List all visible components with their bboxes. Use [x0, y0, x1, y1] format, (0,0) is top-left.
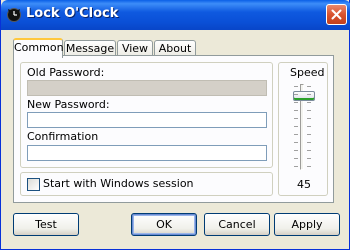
speed-slider-thumb[interactable] [293, 91, 315, 101]
app-window: Lock O'Clock Common Message View About O… [0, 0, 350, 250]
slider-tick [294, 102, 298, 103]
slider-tick [307, 94, 311, 95]
slider-tick [294, 158, 298, 159]
close-button[interactable] [326, 4, 347, 25]
slider-tick [307, 86, 311, 87]
slider-tick [307, 150, 311, 151]
slider-tick [294, 94, 298, 95]
slider-tick [307, 126, 311, 127]
old-password-label: Old Password: [27, 66, 105, 79]
speed-value: 45 [297, 178, 311, 191]
window-title: Lock O'Clock [26, 6, 119, 21]
slider-tick [294, 150, 298, 151]
slider-tick [307, 118, 311, 119]
tab-about[interactable]: About [154, 40, 196, 56]
slider-tick [307, 166, 311, 167]
title-bar[interactable]: Lock O'Clock [1, 0, 350, 30]
slider-tick [307, 158, 311, 159]
close-icon [331, 9, 342, 20]
tab-common[interactable]: Common [13, 38, 64, 58]
slider-tick [294, 126, 298, 127]
apply-button[interactable]: Apply [274, 213, 340, 236]
new-password-label: New Password: [27, 98, 110, 111]
confirmation-label: Confirmation [27, 130, 99, 143]
slider-tick [294, 134, 298, 135]
slider-tick [294, 118, 298, 119]
confirmation-field[interactable] [27, 145, 267, 161]
start-with-windows-checkbox[interactable] [27, 178, 40, 191]
start-with-windows-label[interactable]: Start with Windows session [43, 177, 194, 190]
slider-tick [294, 142, 298, 143]
cancel-button[interactable]: Cancel [204, 213, 270, 236]
speed-label: Speed [290, 66, 325, 79]
slider-tick [294, 86, 298, 87]
tab-message[interactable]: Message [64, 40, 116, 56]
ok-button[interactable]: OK [131, 213, 197, 236]
slider-tick [307, 142, 311, 143]
tab-view[interactable]: View [117, 40, 153, 56]
slider-tick [294, 110, 298, 111]
clock-icon [6, 7, 22, 23]
test-button[interactable]: Test [13, 213, 79, 236]
slider-tick [307, 102, 311, 103]
slider-tick [307, 134, 311, 135]
old-password-field[interactable] [27, 80, 267, 96]
slider-tick [307, 110, 311, 111]
new-password-field[interactable] [27, 112, 267, 128]
slider-tick [294, 166, 298, 167]
